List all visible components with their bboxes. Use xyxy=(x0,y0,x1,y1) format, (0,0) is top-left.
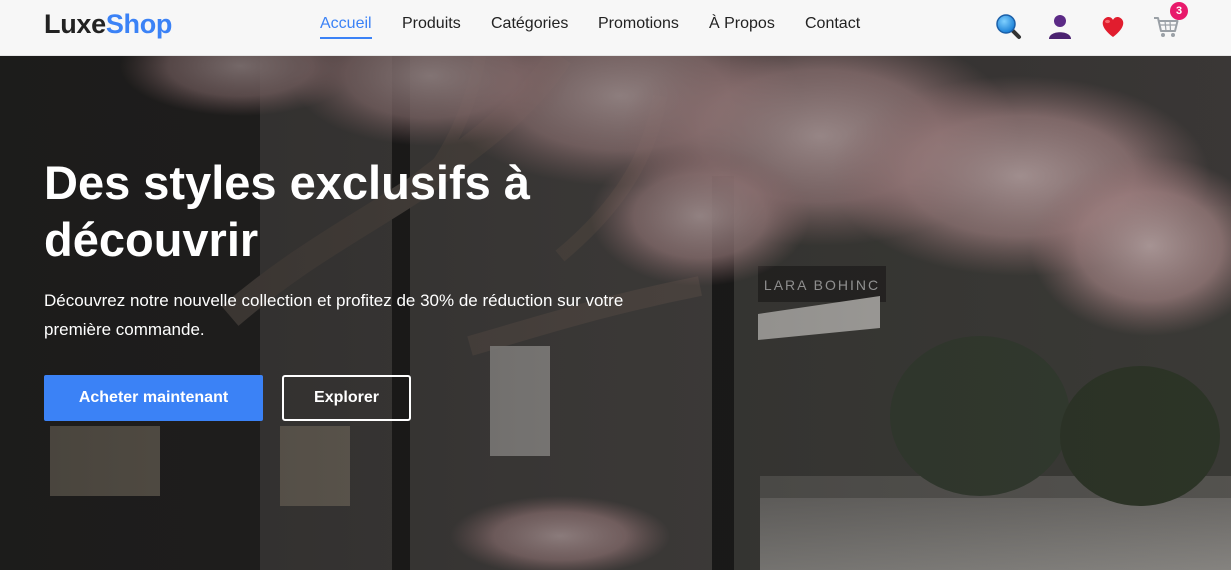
logo[interactable]: LuxeShop xyxy=(44,9,172,40)
search-icon[interactable] xyxy=(994,12,1022,40)
shop-now-button[interactable]: Acheter maintenant xyxy=(44,375,263,421)
explore-button[interactable]: Explorer xyxy=(282,375,411,421)
user-icon[interactable] xyxy=(1046,12,1074,40)
nav-item-contact[interactable]: Contact xyxy=(805,14,860,34)
heart-icon[interactable] xyxy=(1099,12,1127,40)
nav-item-categories[interactable]: Catégories xyxy=(491,14,568,34)
cart-count-badge: 3 xyxy=(1170,2,1188,20)
hero-title: Des styles exclusifs à découvrir xyxy=(44,156,530,266)
hero-banner: LARA BOHINC Des styles exclusifs à décou… xyxy=(0,56,1231,570)
hero-subtitle: Découvrez notre nouvelle collection et p… xyxy=(44,291,624,339)
nav-item-accueil[interactable]: Accueil xyxy=(320,14,372,39)
site-header: LuxeShop Accueil Produits Catégories Pro… xyxy=(0,0,1231,56)
nav-item-produits[interactable]: Produits xyxy=(402,14,461,34)
logo-text-primary: Luxe xyxy=(44,9,106,39)
logo-text-accent: Shop xyxy=(105,9,173,39)
nav-item-a-propos[interactable]: À Propos xyxy=(709,14,775,34)
cart-icon[interactable]: 3 xyxy=(1152,2,1188,40)
nav-item-promotions[interactable]: Promotions xyxy=(598,14,679,34)
